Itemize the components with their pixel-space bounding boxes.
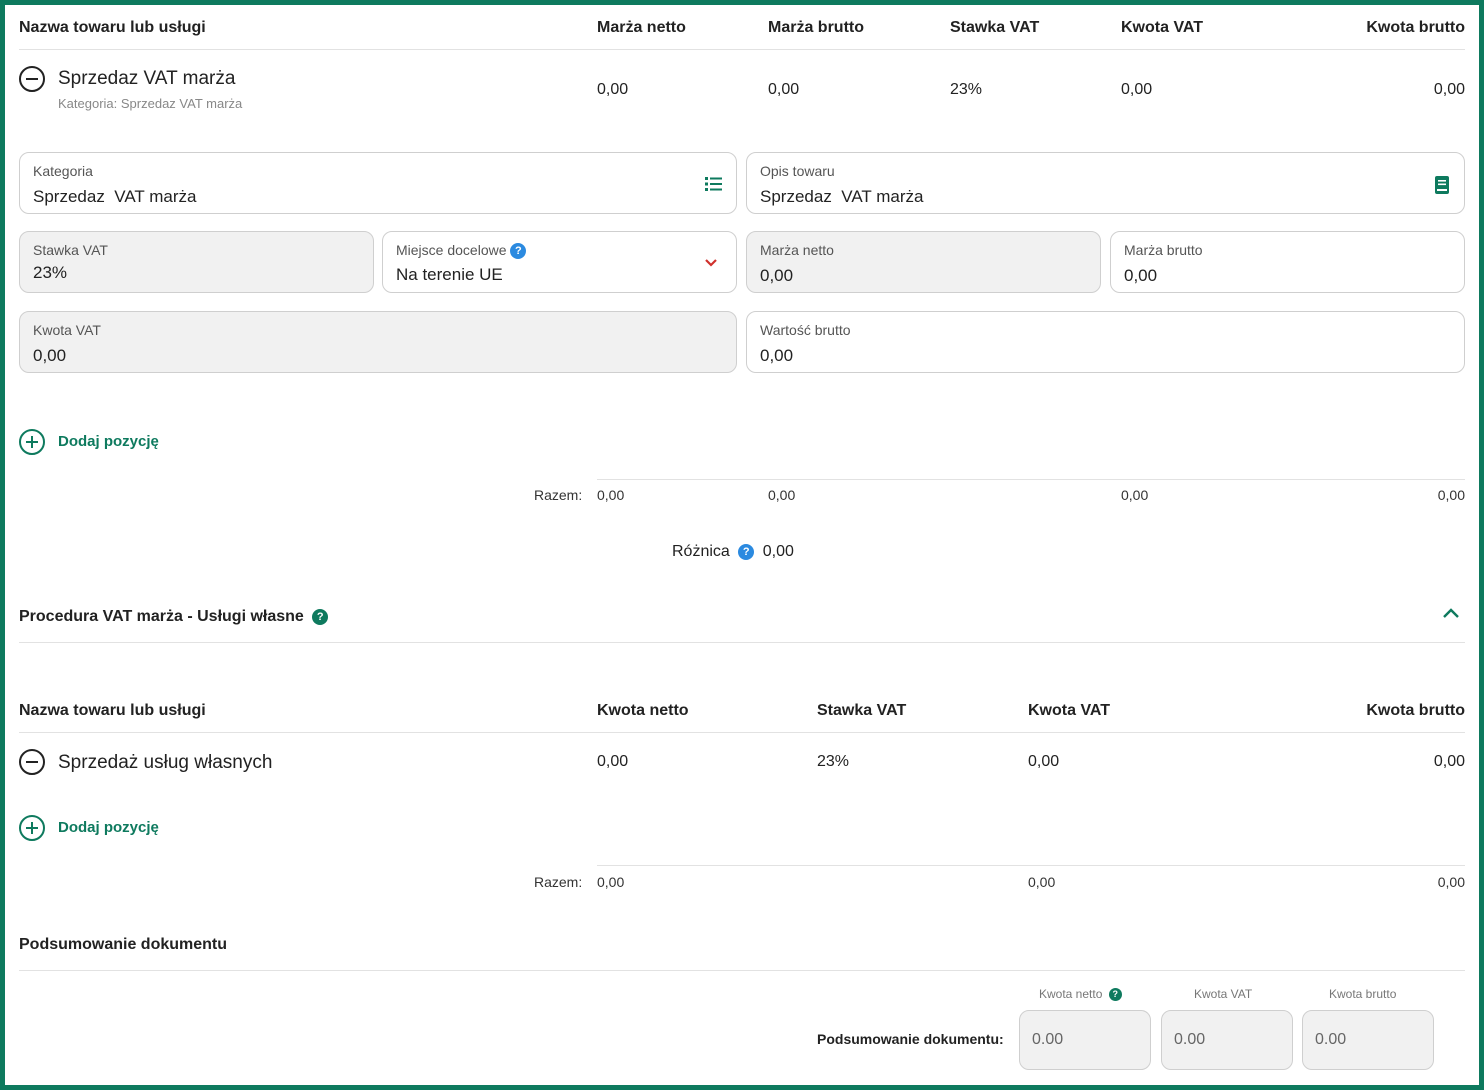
item-name: Sprzedaż usług własnych [58, 752, 273, 773]
col-header-kwota-brutto: Kwota brutto [1366, 19, 1465, 36]
item-marza-brutto: 0,00 [768, 81, 800, 98]
col-header-kwota-brutto: Kwota brutto [1366, 702, 1465, 719]
summary-vat-field: 0.00 [1161, 1010, 1293, 1070]
kwota-vat-label: Kwota VAT [33, 322, 101, 338]
marza-netto-value: 0,00 [760, 266, 794, 285]
add-position-icon[interactable] [19, 429, 45, 455]
totals-divider [597, 865, 1465, 866]
kategoria-label: Kategoria [33, 163, 93, 179]
wartosc-brutto-field[interactable]: Wartość brutto 0,00 [746, 311, 1465, 373]
help-icon[interactable]: ? [312, 608, 329, 625]
chevron-down-icon[interactable] [704, 258, 718, 268]
add-position-icon[interactable] [19, 815, 45, 841]
summary-vat-value: 0.00 [1174, 1031, 1206, 1048]
totals-label: Razem: [534, 874, 583, 890]
stawka-vat-label: Stawka VAT [33, 242, 108, 258]
help-icon[interactable]: ? [1108, 988, 1122, 1002]
item-stawka-vat: 23% [817, 753, 850, 770]
collapse-item-button[interactable] [19, 66, 45, 92]
summary-title: Podsumowanie dokumentu [19, 936, 228, 953]
totals-label: Razem: [534, 487, 583, 503]
list-icon[interactable] [704, 175, 724, 193]
total-kwota-vat: 0,00 [1028, 874, 1056, 890]
miejsce-docelowe-select[interactable]: Miejsce docelowe ? Na terenie UE [382, 231, 737, 293]
marza-netto-label: Marża netto [760, 242, 834, 258]
summary-col-netto: Kwota netto ? [1039, 987, 1122, 1002]
add-position-link[interactable]: Dodaj pozycję [58, 433, 159, 450]
totals-divider [597, 479, 1465, 480]
wartosc-brutto-label: Wartość brutto [760, 322, 851, 338]
header-divider [19, 732, 1465, 733]
summary-netto-field: 0.00 [1019, 1010, 1151, 1070]
section-title-uslugi-wlasne: Procedura VAT marża - Usługi własne ? [19, 608, 329, 626]
miejsce-docelowe-value: Na terenie UE [396, 265, 503, 284]
header-divider [19, 49, 1465, 50]
summary-col-brutto: Kwota brutto [1329, 987, 1397, 1001]
col-header-stawka-vat: Stawka VAT [817, 702, 907, 719]
marza-brutto-field[interactable]: Marża brutto 0,00 [1110, 231, 1465, 293]
document-form-panel: Nazwa towaru lub usługi Marża netto Marż… [0, 0, 1484, 1090]
col-header-kwota-netto: Kwota netto [597, 702, 689, 719]
item-name: Sprzedaz VAT marża [58, 68, 236, 89]
summary-divider [19, 970, 1465, 971]
total-kwota-netto: 0,00 [597, 874, 625, 890]
col-header-name: Nazwa towaru lub usługi [19, 702, 206, 719]
kategoria-value: Sprzedaz VAT marża [33, 187, 197, 206]
item-kwota-netto: 0,00 [597, 753, 629, 770]
help-icon[interactable]: ? [738, 543, 755, 560]
marza-netto-field: Marża netto 0,00 [746, 231, 1101, 293]
item-marza-netto: 0,00 [597, 81, 629, 98]
stawka-vat-value: 23% [33, 263, 68, 282]
item-stawka-vat: 23% [950, 81, 983, 98]
chevron-up-icon[interactable] [1442, 607, 1460, 619]
marza-brutto-value: 0,00 [1124, 266, 1158, 285]
total-kwota-brutto: 0,00 [1437, 874, 1465, 890]
item-kwota-vat: 0,00 [1028, 753, 1060, 770]
item-kwota-vat: 0,00 [1121, 81, 1153, 98]
section2-divider [19, 642, 1465, 643]
total-marza-brutto: 0,00 [768, 487, 796, 503]
item-kwota-brutto: 0,00 [1433, 753, 1465, 770]
kwota-vat-value: 0,00 [33, 346, 67, 365]
col-header-name: Nazwa towaru lub usługi [19, 19, 206, 36]
roznica-label: Różnica [672, 543, 730, 560]
add-position-link[interactable]: Dodaj pozycję [58, 819, 159, 836]
roznica-row: Różnica ? 0,00 [672, 543, 794, 561]
roznica-value: 0,00 [762, 543, 794, 560]
stawka-vat-field: Stawka VAT 23% [19, 231, 374, 293]
summary-row-label: Podsumowanie dokumentu: [817, 1031, 1004, 1047]
wartosc-brutto-value: 0,00 [760, 346, 794, 365]
col-header-kwota-vat: Kwota VAT [1028, 702, 1111, 719]
opis-towaru-field[interactable]: Opis towaru Sprzedaz VAT marża [746, 152, 1465, 214]
item-kwota-brutto: 0,00 [1433, 81, 1465, 98]
help-icon[interactable]: ? [510, 243, 527, 260]
marza-brutto-label: Marża brutto [1124, 242, 1203, 258]
col-header-kwota-vat: Kwota VAT [1121, 19, 1204, 36]
col-header-stawka-vat: Stawka VAT [950, 19, 1040, 36]
kwota-vat-field: Kwota VAT 0,00 [19, 311, 737, 373]
item-category-caption: Kategoria: Sprzedaz VAT marża [58, 96, 243, 111]
col-header-marza-netto: Marża netto [597, 19, 686, 36]
miejsce-docelowe-label: Miejsce docelowe ? [396, 242, 527, 260]
opis-towaru-value: Sprzedaz VAT marża [760, 187, 924, 206]
summary-brutto-field: 0.00 [1302, 1010, 1434, 1070]
total-kwota-vat: 0,00 [1121, 487, 1149, 503]
total-marza-netto: 0,00 [597, 487, 625, 503]
summary-col-vat: Kwota VAT [1194, 987, 1253, 1001]
book-icon[interactable] [1434, 175, 1450, 195]
summary-brutto-value: 0.00 [1315, 1031, 1347, 1048]
total-kwota-brutto: 0,00 [1437, 487, 1465, 503]
kategoria-field[interactable]: Kategoria Sprzedaz VAT marża [19, 152, 737, 214]
col-header-marza-brutto: Marża brutto [768, 19, 864, 36]
opis-towaru-label: Opis towaru [760, 163, 835, 179]
summary-netto-value: 0.00 [1032, 1031, 1064, 1048]
collapse-item-button[interactable] [19, 749, 45, 775]
